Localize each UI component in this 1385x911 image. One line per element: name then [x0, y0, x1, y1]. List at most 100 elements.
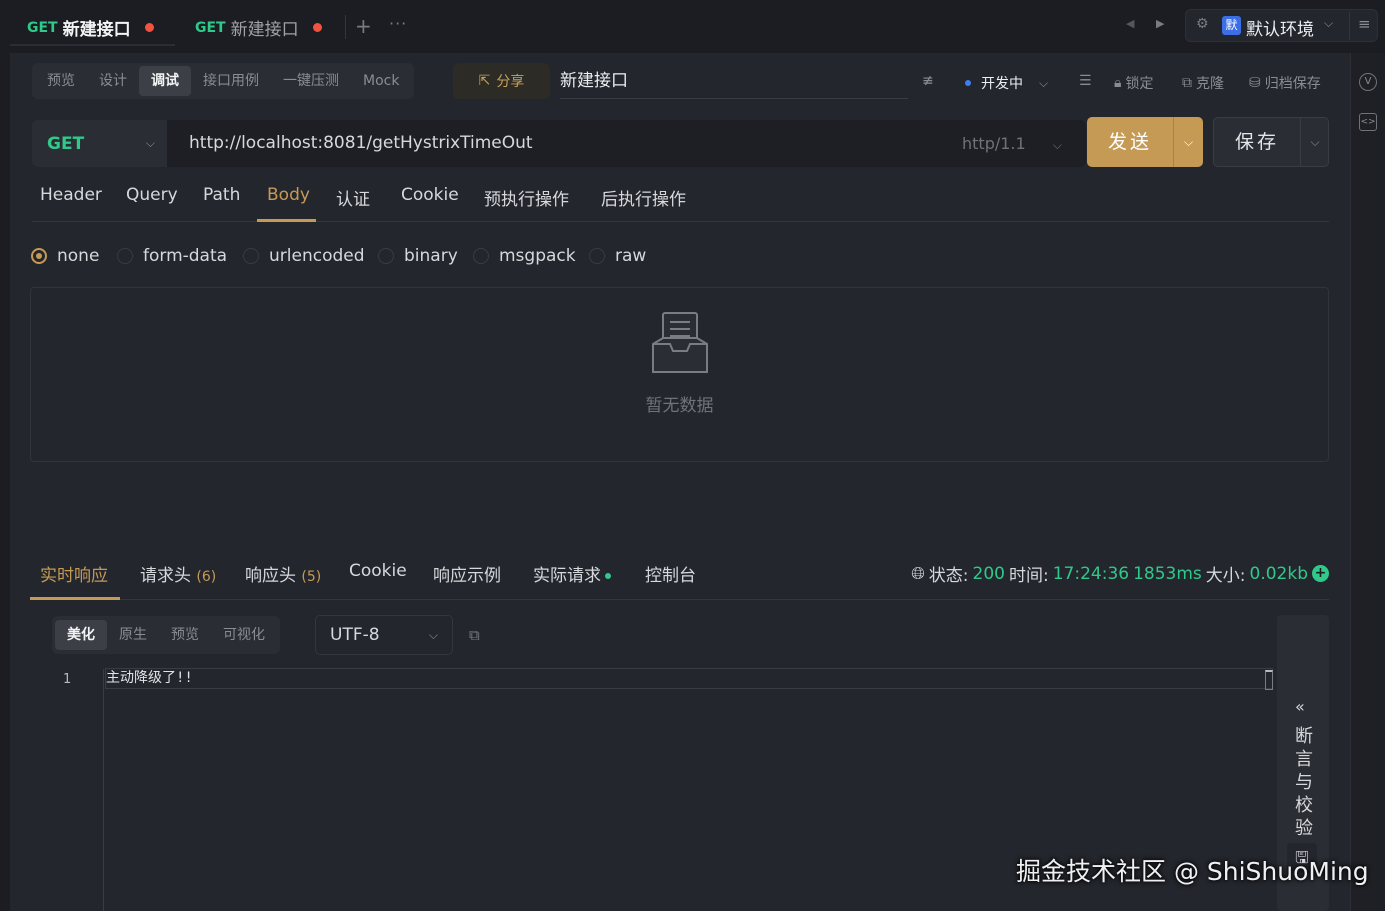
- tab-bar: GET 新建接口 GET 新建接口 + ··· ◀ ▶ ⚙ 默 默认环境 ⌵ ≡: [0, 0, 1385, 53]
- tab-response-example[interactable]: 响应示例: [433, 561, 501, 586]
- tab-preview[interactable]: 预览: [159, 620, 211, 650]
- chevron-down-icon: ⌵: [1324, 16, 1334, 30]
- indicator-dot: [605, 573, 611, 579]
- tab-visualize[interactable]: 可视化: [211, 620, 277, 650]
- right-toolbar: V <>: [1350, 53, 1385, 911]
- share-icon: ⇱: [478, 73, 491, 89]
- clone-icon: ⧉: [1182, 75, 1192, 91]
- tab-realtime-response[interactable]: 实时响应: [40, 561, 108, 586]
- watermark: 掘金技术社区 @ ShiShuoMing: [1016, 857, 1369, 886]
- unsaved-dot: [312, 23, 322, 32]
- tab-test-cases[interactable]: 接口用例: [191, 66, 271, 96]
- status-code: 200: [972, 563, 1005, 584]
- lock-button[interactable]: 🔒︎ 锁定: [1114, 73, 1153, 93]
- tab-post-script[interactable]: 后执行操作: [601, 185, 686, 210]
- url-input[interactable]: http://localhost:8081/getHystrixTimeOut: [189, 120, 533, 167]
- status-label: 开发中: [981, 76, 1023, 92]
- chevron-down-icon: ⌵: [145, 136, 155, 150]
- tab-pre-script[interactable]: 预执行操作: [484, 185, 569, 210]
- time-value: 17:24:36: [1052, 563, 1130, 584]
- tab-preview[interactable]: 预览: [35, 66, 87, 96]
- body-type-raw[interactable]: raw: [589, 246, 646, 266]
- status-dropdown[interactable]: 开发中 ⌵: [965, 73, 1048, 93]
- empty-text: 暂无数据: [645, 396, 714, 416]
- tab-load-test[interactable]: 一键压测: [271, 66, 351, 96]
- more-icon[interactable]: ···: [389, 14, 407, 33]
- tab-title: 新建接口: [62, 20, 131, 40]
- time-label: 时间:: [1008, 566, 1049, 586]
- tab-request-headers[interactable]: 请求头 (6): [140, 561, 216, 586]
- tab-header[interactable]: Header: [40, 185, 102, 205]
- env-label: 默认环境: [1246, 20, 1314, 40]
- tab-response-cookie[interactable]: Cookie: [349, 561, 407, 581]
- tab-actual-request[interactable]: 实际请求: [533, 561, 611, 586]
- scroll-right-icon[interactable]: ▶: [1156, 17, 1164, 30]
- tab-new-api-2[interactable]: GET 新建接口: [195, 9, 322, 46]
- body-type-binary[interactable]: binary: [378, 246, 458, 266]
- method-select[interactable]: GET ⌵: [32, 120, 167, 167]
- tab-cookie[interactable]: Cookie: [401, 185, 459, 205]
- encoding-select[interactable]: UTF-8 ⌵: [315, 615, 453, 655]
- divider: [345, 15, 346, 39]
- body-type-none[interactable]: none: [31, 246, 99, 266]
- add-circle-icon[interactable]: +: [1312, 565, 1329, 582]
- tab-pretty[interactable]: 美化: [55, 620, 107, 650]
- scrollbar[interactable]: [1265, 670, 1273, 690]
- lock-label: 锁定: [1125, 76, 1154, 92]
- tab-title: 新建接口: [230, 20, 299, 40]
- send-options-chevron-icon[interactable]: ⌵: [1174, 117, 1203, 167]
- format-tabs: 美化 原生 预览 可视化: [52, 616, 280, 654]
- empty-inbox-icon: [652, 312, 708, 373]
- line-number: 1: [63, 672, 72, 687]
- version-icon[interactable]: V: [1359, 73, 1377, 91]
- tab-mock[interactable]: Mock: [351, 66, 411, 96]
- tab-path[interactable]: Path: [203, 185, 240, 205]
- api-name-input[interactable]: 新建接口: [560, 63, 908, 99]
- format-icon[interactable]: ≢: [922, 73, 934, 89]
- chevron-down-icon: ⌵: [428, 627, 438, 642]
- tab-response-headers[interactable]: 响应头 (5): [245, 561, 321, 586]
- size-label: 大小:: [1205, 566, 1246, 586]
- tab-body[interactable]: Body: [267, 185, 310, 205]
- tab-raw[interactable]: 原生: [107, 620, 159, 650]
- tab-console[interactable]: 控制台: [645, 561, 696, 586]
- body-type-msgpack[interactable]: msgpack: [473, 246, 576, 266]
- radio-label: none: [57, 246, 100, 266]
- encoding-label: UTF-8: [330, 625, 380, 645]
- collapse-left-icon[interactable]: «: [1295, 697, 1305, 716]
- save-button-group: 保存 ⌵: [1213, 117, 1329, 167]
- tab-debug[interactable]: 调试: [139, 66, 191, 96]
- radio-label: binary: [404, 246, 458, 266]
- archive-button[interactable]: ⛁ 归档保存: [1249, 73, 1321, 93]
- share-button[interactable]: ⇱ 分享: [453, 63, 550, 99]
- code-icon[interactable]: <>: [1359, 113, 1377, 131]
- body-type-form-data[interactable]: form-data: [117, 246, 227, 266]
- request-panel: 预览 设计 调试 接口用例 一键压测 Mock ⇱ 分享 新建接口 ≢ 开发中 …: [10, 53, 1350, 543]
- environment-selector[interactable]: ⚙ 默 默认环境 ⌵ ≡: [1185, 9, 1378, 42]
- radio-unchecked: [589, 248, 605, 264]
- status-label: 状态:: [928, 566, 969, 586]
- menu-icon[interactable]: ≡: [1358, 15, 1371, 33]
- scroll-left-icon[interactable]: ◀: [1126, 17, 1134, 30]
- tab-query[interactable]: Query: [126, 185, 178, 205]
- add-tab-icon[interactable]: +: [355, 14, 372, 38]
- share-label: 分享: [496, 74, 525, 90]
- body-type-urlencoded[interactable]: urlencoded: [243, 246, 365, 266]
- tab-new-api-1[interactable]: GET 新建接口: [27, 9, 154, 46]
- protocol-select[interactable]: http/1.1 ⌵: [962, 120, 1062, 167]
- save-button[interactable]: 保存: [1214, 118, 1300, 166]
- radio-label: raw: [615, 246, 647, 266]
- count-badge: (6): [196, 569, 217, 585]
- active-tab-underline: [30, 597, 120, 600]
- active-tab-underline: [257, 219, 316, 222]
- copy-icon[interactable]: ⧉: [469, 626, 480, 644]
- tab-auth[interactable]: 认证: [336, 185, 370, 210]
- send-button[interactable]: 发送: [1087, 117, 1173, 167]
- chevron-down-icon: ⌵: [1039, 75, 1049, 90]
- clone-button[interactable]: ⧉ 克隆: [1182, 73, 1224, 93]
- save-options-chevron-icon[interactable]: ⌵: [1301, 118, 1329, 166]
- mode-tabs: 预览 设计 调试 接口用例 一键压测 Mock: [32, 63, 415, 99]
- tab-design[interactable]: 设计: [87, 66, 139, 96]
- gear-icon[interactable]: ⚙: [1196, 16, 1209, 32]
- outline-icon[interactable]: ☰: [1079, 73, 1092, 89]
